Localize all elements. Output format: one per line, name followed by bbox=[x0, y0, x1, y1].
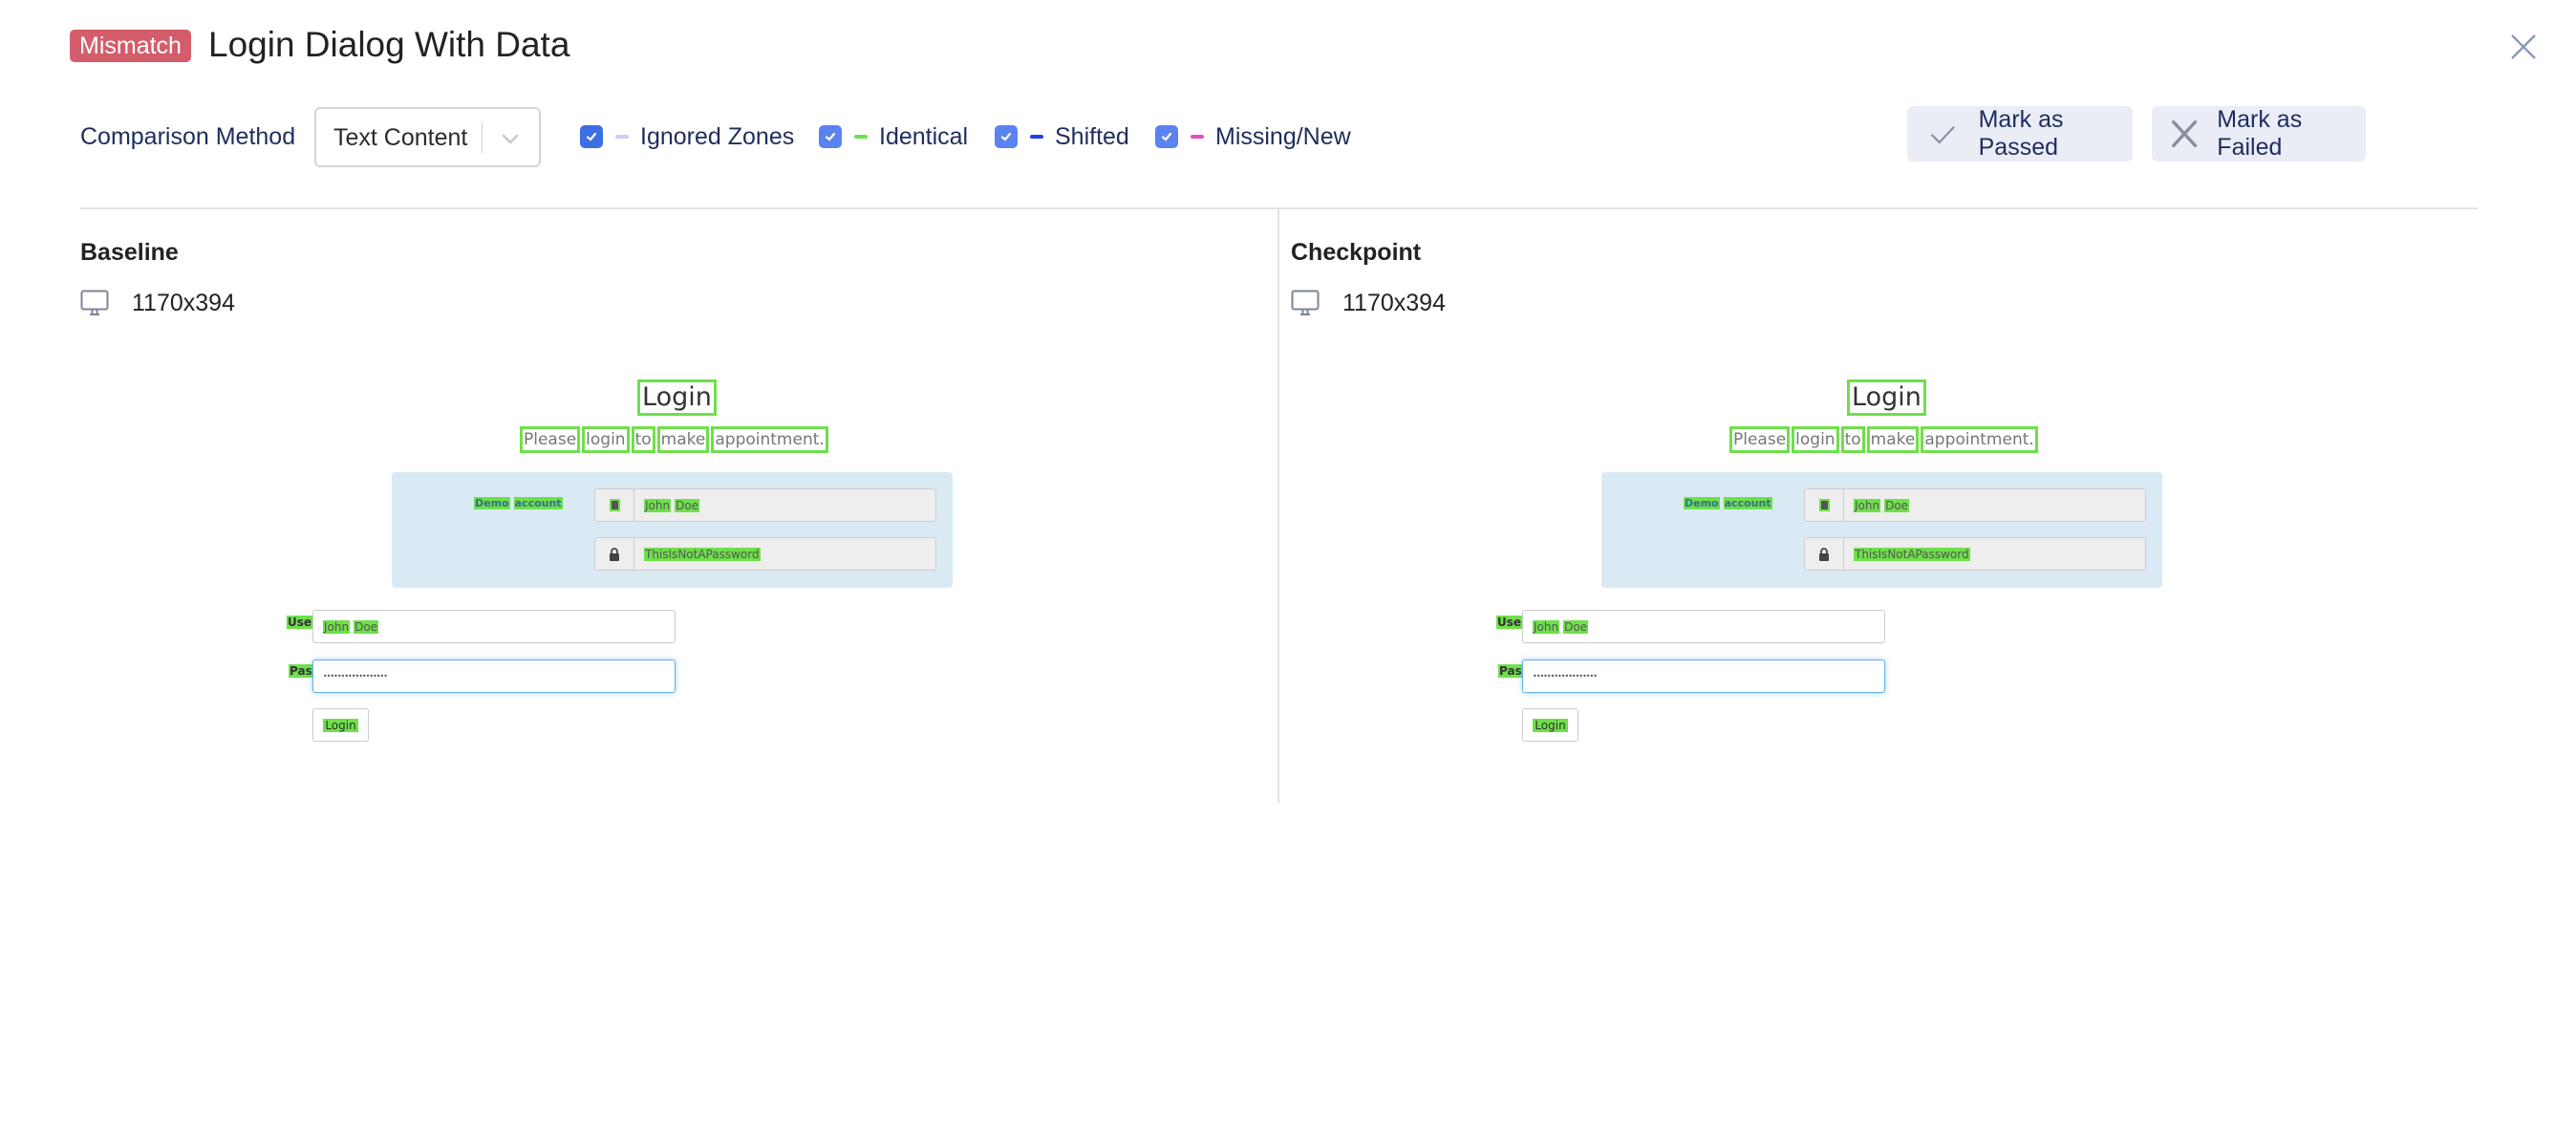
checkpoint-dimensions-value: 1170x394 bbox=[1342, 289, 1446, 316]
shot-subtitle-word: make bbox=[656, 426, 710, 453]
shot-demo-user-word: John bbox=[644, 498, 672, 512]
checkpoint-dimensions: 1170x394 bbox=[1291, 287, 1446, 319]
shot-subtitle: Please login to make appointment. bbox=[1728, 426, 2038, 453]
shifted-label: Shifted bbox=[1055, 123, 1129, 150]
check-icon bbox=[586, 132, 597, 141]
mark-as-failed-button[interactable]: Mark as Failed bbox=[2152, 106, 2366, 162]
chevron-down-icon bbox=[502, 134, 519, 144]
shot-demo-user-word: Doe bbox=[1884, 498, 1910, 512]
shot-subtitle-word: login bbox=[1792, 426, 1839, 453]
status-badge: Mismatch bbox=[70, 30, 191, 62]
shot-username-word: John bbox=[323, 619, 351, 634]
user-icon bbox=[595, 489, 634, 521]
shot-username-word: John bbox=[1533, 619, 1560, 634]
legend-ignored-zones[interactable]: Ignored Zones bbox=[580, 120, 794, 153]
page-title: Login Dialog With Data bbox=[208, 25, 570, 64]
shot-demo-word: Demo bbox=[1684, 497, 1720, 509]
shot-subtitle-word: make bbox=[1866, 426, 1920, 453]
ignored-zones-label: Ignored Zones bbox=[640, 123, 795, 150]
identical-swatch bbox=[854, 135, 868, 139]
comparison-method-label: Comparison Method bbox=[80, 123, 296, 150]
baseline-dimensions-value: 1170x394 bbox=[132, 289, 235, 316]
shot-password-dots: •••••••••••••••••• bbox=[323, 672, 388, 681]
lock-icon bbox=[1805, 538, 1844, 570]
shot-demo-word: account bbox=[513, 497, 563, 509]
shot-subtitle-word: appointment. bbox=[1921, 426, 2038, 453]
user-icon bbox=[1805, 489, 1844, 521]
identical-checkbox[interactable] bbox=[819, 125, 842, 148]
shot-username-input: John Doe bbox=[312, 610, 676, 643]
shot-username-word: Doe bbox=[354, 619, 379, 634]
shot-demo-username: John Doe bbox=[1804, 488, 2146, 522]
shifted-checkbox[interactable] bbox=[995, 125, 1018, 148]
shot-demo-password: ThisIsNotAPassword bbox=[1804, 537, 2146, 571]
baseline-screenshot: Login Please login to make appointment. … bbox=[115, 373, 1233, 749]
shifted-swatch bbox=[1030, 135, 1043, 139]
shot-demo-word: Demo bbox=[474, 497, 510, 509]
lock-icon bbox=[595, 538, 634, 570]
identical-label: Identical bbox=[879, 123, 969, 150]
monitor-icon bbox=[80, 290, 109, 315]
mark-as-passed-label: Mark as Passed bbox=[1978, 106, 2064, 161]
shot-password-dots: •••••••••••••••••• bbox=[1533, 672, 1598, 681]
legend-identical[interactable]: Identical bbox=[819, 120, 968, 153]
close-icon bbox=[2511, 34, 2536, 59]
shot-demo-user-word: Doe bbox=[675, 498, 700, 512]
shot-demo-user-word: John bbox=[1854, 498, 1881, 512]
shot-subtitle-word: to bbox=[631, 426, 655, 453]
select-separator bbox=[482, 122, 483, 153]
baseline-dimensions: 1170x394 bbox=[80, 287, 235, 319]
legend-missing-new[interactable]: Missing/New bbox=[1155, 120, 1351, 153]
missing-new-swatch bbox=[1191, 135, 1204, 139]
shot-password-input: •••••••••••••••••• bbox=[312, 660, 676, 693]
shot-subtitle-word: Please bbox=[519, 426, 581, 453]
shot-login-button: Login bbox=[1522, 708, 1578, 742]
shot-demo-password-text: ThisIsNotAPassword bbox=[644, 547, 761, 561]
baseline-title: Baseline bbox=[80, 239, 179, 266]
shot-heading: Login bbox=[637, 379, 717, 416]
shot-demo-label: Demo account bbox=[474, 497, 563, 509]
shot-login-label: Login bbox=[1533, 718, 1568, 732]
shot-demo-panel: Demo account John Doe ThisIsNotAPassword bbox=[392, 472, 953, 588]
mark-as-failed-label: Mark as Failed bbox=[2217, 106, 2303, 161]
shot-subtitle-word: to bbox=[1840, 426, 1865, 453]
shot-demo-panel: Demo account John Doe ThisIsNotAPassword bbox=[1601, 472, 2162, 588]
shot-demo-password: ThisIsNotAPassword bbox=[594, 537, 936, 571]
shot-subtitle: Please login to make appointment. bbox=[519, 426, 828, 453]
shot-demo-username: John Doe bbox=[594, 488, 936, 522]
check-icon bbox=[1161, 132, 1172, 141]
legend-shifted[interactable]: Shifted bbox=[995, 120, 1129, 153]
missing-new-label: Missing/New bbox=[1215, 123, 1351, 150]
shot-login-button: Login bbox=[312, 708, 369, 742]
check-icon bbox=[1000, 132, 1012, 141]
checkpoint-title: Checkpoint bbox=[1291, 239, 1422, 266]
shot-subtitle-word: Please bbox=[1728, 426, 1791, 453]
monitor-icon bbox=[1291, 290, 1320, 315]
shot-demo-word: account bbox=[1723, 497, 1772, 509]
shot-demo-password-text: ThisIsNotAPassword bbox=[1854, 547, 1970, 561]
missing-new-checkbox[interactable] bbox=[1155, 125, 1178, 148]
shot-username-input: John Doe bbox=[1522, 610, 1885, 643]
mark-as-passed-button[interactable]: Mark as Passed bbox=[1907, 106, 2133, 162]
shot-subtitle-word: appointment. bbox=[711, 426, 828, 453]
shot-heading: Login bbox=[1847, 379, 1926, 416]
shot-login-label: Login bbox=[323, 718, 358, 732]
shot-subtitle-word: login bbox=[582, 426, 630, 453]
close-button[interactable] bbox=[2507, 31, 2540, 63]
ignored-zones-swatch bbox=[615, 135, 629, 139]
shot-password-input: •••••••••••••••••• bbox=[1522, 660, 1885, 693]
panel-divider bbox=[1277, 209, 1279, 803]
shot-username-word: Doe bbox=[1563, 619, 1589, 634]
comparison-method-value: Text Content bbox=[333, 124, 468, 151]
x-icon bbox=[2172, 119, 2198, 148]
shot-demo-label: Demo account bbox=[1684, 497, 1772, 509]
checkpoint-screenshot: Login Please login to make appointment. … bbox=[1324, 373, 2442, 749]
ignored-zones-checkbox[interactable] bbox=[580, 125, 603, 148]
comparison-method-select[interactable]: Text Content bbox=[314, 107, 541, 167]
checkmark-icon bbox=[1930, 126, 1955, 144]
check-icon bbox=[825, 132, 836, 141]
